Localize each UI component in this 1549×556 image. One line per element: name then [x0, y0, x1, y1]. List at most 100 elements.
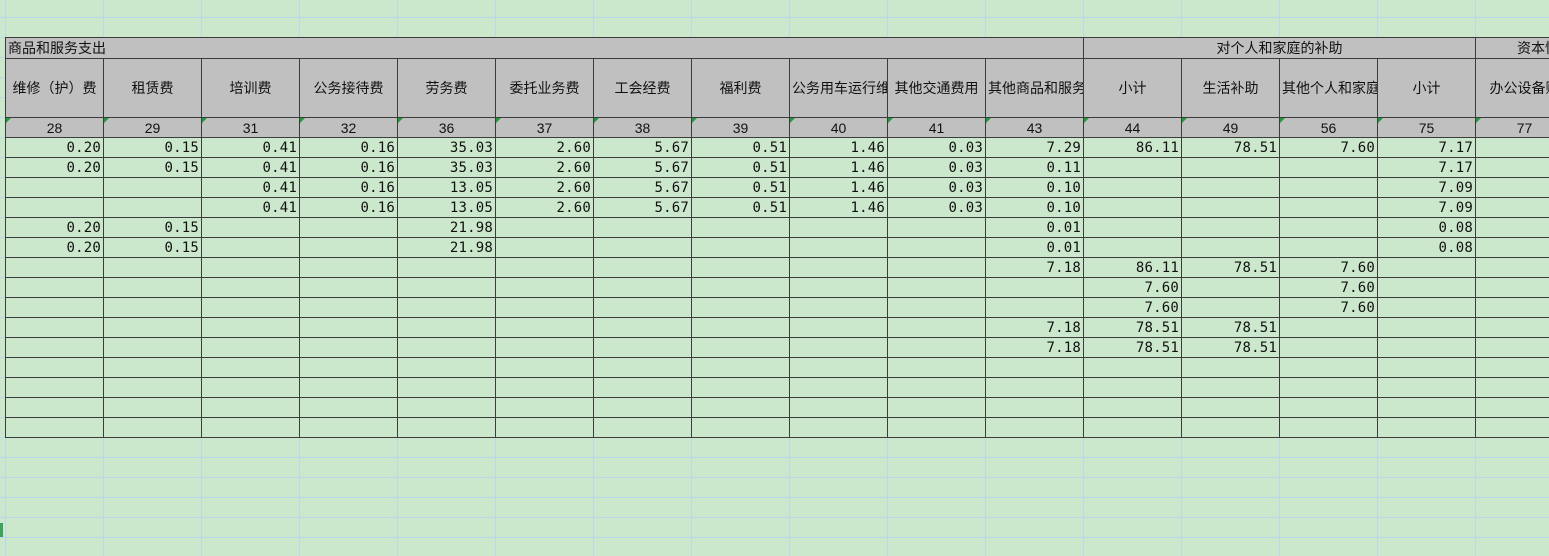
data-cell[interactable] [495, 257, 594, 278]
data-cell[interactable]: 0.03 [887, 177, 986, 198]
data-cell[interactable]: 5.67 [593, 157, 692, 178]
data-cell[interactable] [201, 297, 300, 318]
code-cell[interactable]: 56 [1279, 117, 1379, 138]
data-cell[interactable] [887, 217, 986, 238]
code-cell[interactable]: 49 [1181, 117, 1281, 138]
data-cell[interactable] [789, 237, 888, 258]
data-cell[interactable] [593, 237, 692, 258]
data-cell[interactable] [1279, 157, 1379, 178]
data-cell[interactable]: 0.16 [299, 157, 398, 178]
data-cell[interactable] [593, 417, 692, 438]
data-cell[interactable]: 7.18 [984, 337, 1085, 358]
data-cell[interactable] [1083, 397, 1183, 418]
data-cell[interactable] [299, 257, 398, 278]
data-cell[interactable] [201, 397, 300, 418]
data-cell[interactable]: 7.60 [1279, 297, 1379, 318]
data-cell[interactable] [299, 217, 398, 238]
data-cell[interactable] [887, 337, 986, 358]
data-cell[interactable] [789, 417, 888, 438]
data-cell[interactable] [1279, 177, 1379, 198]
group-header-cell[interactable]: 商品和服务支出 [4, 37, 1085, 59]
column-header-cell[interactable]: 租赁费 [103, 58, 202, 118]
data-cell[interactable] [887, 257, 986, 278]
data-cell[interactable] [397, 277, 496, 298]
data-cell[interactable]: 7.60 [1279, 277, 1379, 298]
data-cell[interactable] [1279, 397, 1379, 418]
column-header-cell[interactable]: 其他商品和服务支出 [984, 58, 1085, 118]
column-header-cell[interactable]: 劳务费 [397, 58, 496, 118]
data-cell[interactable]: 86.11 [1083, 137, 1183, 158]
data-cell[interactable] [1181, 277, 1281, 298]
data-cell[interactable]: 7.18 [984, 257, 1085, 278]
data-cell[interactable] [1377, 357, 1477, 378]
data-cell[interactable] [299, 237, 398, 258]
data-cell[interactable] [1377, 337, 1477, 358]
data-cell[interactable]: 35.03 [397, 137, 496, 158]
column-header-cell[interactable]: 公务接待费 [299, 58, 398, 118]
data-cell[interactable]: 0.01 [984, 237, 1085, 258]
data-cell[interactable]: 86.11 [1083, 257, 1183, 278]
data-cell[interactable] [397, 297, 496, 318]
data-cell[interactable] [1377, 297, 1477, 318]
data-cell[interactable] [691, 297, 790, 318]
data-cell[interactable] [1083, 217, 1183, 238]
data-cell[interactable]: 0.11 [984, 157, 1085, 178]
data-cell[interactable]: 0.08 [1377, 237, 1477, 258]
data-cell[interactable] [1475, 357, 1549, 378]
data-cell[interactable]: 0.08 [1377, 217, 1477, 238]
data-cell[interactable] [1181, 217, 1281, 238]
data-cell[interactable]: 0. [1475, 217, 1549, 238]
code-cell[interactable]: 29 [103, 117, 202, 138]
data-cell[interactable]: 0.41 [201, 177, 300, 198]
data-cell[interactable]: 78.51 [1083, 317, 1183, 338]
data-cell[interactable] [495, 337, 594, 358]
data-cell[interactable] [593, 217, 692, 238]
column-header-cell[interactable]: 工会经费 [593, 58, 692, 118]
data-cell[interactable]: 0.16 [299, 197, 398, 218]
column-header-cell[interactable]: 小计 [1083, 58, 1183, 118]
data-cell[interactable] [789, 317, 888, 338]
data-cell[interactable] [1181, 397, 1281, 418]
code-cell[interactable]: 75 [1377, 117, 1477, 138]
data-cell[interactable]: 13.05 [397, 197, 496, 218]
data-cell[interactable] [1083, 177, 1183, 198]
data-cell[interactable]: 0.16 [299, 177, 398, 198]
data-cell[interactable]: 78.51 [1181, 337, 1281, 358]
data-cell[interactable]: 0.03 [887, 157, 986, 178]
data-cell[interactable] [201, 417, 300, 438]
code-cell[interactable]: 77 [1475, 117, 1549, 138]
code-cell[interactable]: 40 [789, 117, 888, 138]
data-cell[interactable]: 0.51 [691, 157, 790, 178]
data-cell[interactable] [397, 377, 496, 398]
data-cell[interactable] [1279, 197, 1379, 218]
data-cell[interactable] [593, 317, 692, 338]
data-cell[interactable] [691, 257, 790, 278]
data-cell[interactable]: 7.17 [1377, 137, 1477, 158]
data-cell[interactable] [887, 277, 986, 298]
data-cell[interactable] [103, 297, 202, 318]
data-cell[interactable] [5, 377, 104, 398]
data-cell[interactable]: 0.20 [5, 237, 104, 258]
data-cell[interactable] [593, 337, 692, 358]
data-cell[interactable] [1083, 377, 1183, 398]
data-cell[interactable] [789, 257, 888, 278]
column-header-cell[interactable]: 培训费 [201, 58, 300, 118]
data-cell[interactable] [495, 277, 594, 298]
group-header-cell[interactable]: 对个人和家庭的补助 [1083, 37, 1477, 59]
data-cell[interactable] [984, 397, 1085, 418]
data-cell[interactable] [789, 297, 888, 318]
data-cell[interactable]: 0. [1475, 157, 1549, 178]
data-cell[interactable] [1475, 317, 1549, 338]
data-cell[interactable]: 21.98 [397, 217, 496, 238]
data-cell[interactable] [1181, 357, 1281, 378]
data-cell[interactable] [495, 397, 594, 418]
data-cell[interactable] [1279, 217, 1379, 238]
data-cell[interactable] [593, 297, 692, 318]
data-cell[interactable] [5, 257, 104, 278]
data-cell[interactable] [5, 197, 104, 218]
data-cell[interactable]: 78.51 [1083, 337, 1183, 358]
data-cell[interactable] [1181, 197, 1281, 218]
data-cell[interactable] [691, 317, 790, 338]
data-cell[interactable] [984, 277, 1085, 298]
column-header-cell[interactable]: 公务用车运行维护费 [789, 58, 888, 118]
